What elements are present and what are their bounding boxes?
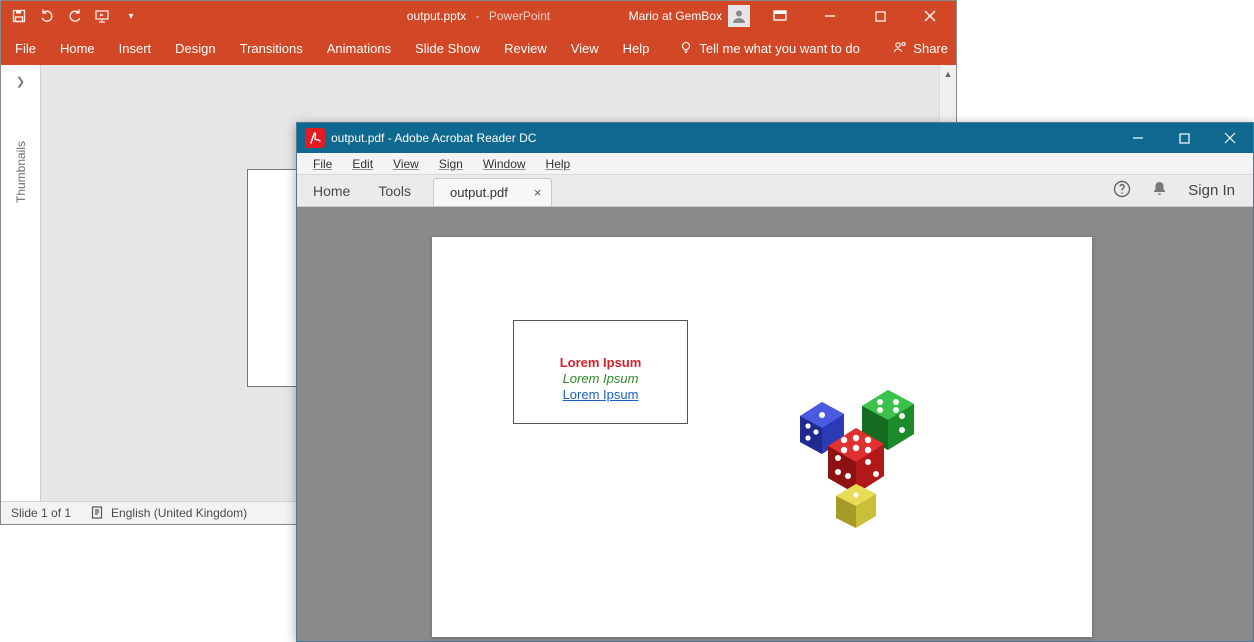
tab-review[interactable]: Review <box>504 41 547 56</box>
chevron-right-icon[interactable]: ❯ <box>16 75 25 88</box>
tab-help[interactable]: Help <box>623 41 650 56</box>
tell-me-label: Tell me what you want to do <box>699 41 859 56</box>
status-language[interactable]: English (United Kingdom) <box>91 505 247 522</box>
pdf-textbox: Lorem Ipsum Lorem Ipsum Lorem Ipsum <box>513 320 688 424</box>
minimize-button[interactable] <box>810 1 850 31</box>
start-from-beginning-icon[interactable] <box>95 8 111 24</box>
acrobat-window: output.pdf - Adobe Acrobat Reader DC Fil… <box>296 122 1254 642</box>
maximize-button[interactable] <box>1161 123 1207 153</box>
undo-icon[interactable] <box>39 8 55 24</box>
avatar-icon <box>728 5 750 27</box>
dice-image <box>780 372 940 532</box>
tab-home[interactable]: Home <box>60 41 95 56</box>
menu-edit[interactable]: Edit <box>344 155 381 173</box>
thumbnails-label: Thumbnails <box>14 141 28 203</box>
close-tab-icon[interactable]: × <box>534 185 542 200</box>
bell-icon[interactable] <box>1151 180 1168 201</box>
tab-slideshow[interactable]: Slide Show <box>415 41 480 56</box>
quick-access-toolbar: ▾ <box>1 8 139 24</box>
sign-in-button[interactable]: Sign In <box>1188 182 1235 199</box>
user-name: Mario at GemBox <box>629 9 722 23</box>
close-button[interactable] <box>1207 123 1253 153</box>
status-slide-count: Slide 1 of 1 <box>11 506 71 520</box>
qat-overflow-icon[interactable]: ▾ <box>123 8 139 24</box>
account-user[interactable]: Mario at GemBox <box>629 5 750 27</box>
acrobat-menubar: File Edit View Sign Window Help <box>297 153 1253 175</box>
share-button[interactable]: Share <box>893 40 948 57</box>
minimize-button[interactable] <box>1115 123 1161 153</box>
acrobat-titlebar: output.pdf - Adobe Acrobat Reader DC <box>297 123 1253 153</box>
tab-home[interactable]: Home <box>313 183 350 199</box>
scroll-up-icon[interactable]: ▲ <box>940 65 957 82</box>
tab-design[interactable]: Design <box>175 41 215 56</box>
pdf-text-line3: Lorem Ipsum <box>514 387 687 403</box>
pdf-page: Lorem Ipsum Lorem Ipsum Lorem Ipsum <box>432 237 1092 637</box>
menu-file[interactable]: File <box>305 155 340 173</box>
status-language-label: English (United Kingdom) <box>111 506 247 520</box>
share-icon <box>893 40 907 57</box>
tab-insert[interactable]: Insert <box>119 41 152 56</box>
share-label: Share <box>913 41 948 56</box>
pdf-text-line1: Lorem Ipsum <box>514 355 687 371</box>
menu-view[interactable]: View <box>385 155 427 173</box>
tab-tools[interactable]: Tools <box>378 183 411 199</box>
menu-help[interactable]: Help <box>538 155 579 173</box>
tab-transitions[interactable]: Transitions <box>240 41 303 56</box>
powerpoint-titlebar: ▾ output.pptx - PowerPoint Mario at GemB… <box>1 1 956 31</box>
title-filename: output.pptx <box>407 9 466 23</box>
ribbon-tabs: File Home Insert Design Transitions Anim… <box>1 31 956 65</box>
document-tab[interactable]: output.pdf × <box>433 178 552 206</box>
lightbulb-icon <box>679 40 693 57</box>
title-appname: PowerPoint <box>489 9 550 23</box>
document-tab-label: output.pdf <box>450 185 508 200</box>
acrobat-title: output.pdf - Adobe Acrobat Reader DC <box>331 131 536 145</box>
pdf-text-line2: Lorem Ipsum <box>514 371 687 387</box>
acrobat-app-icon <box>305 128 325 148</box>
tab-file[interactable]: File <box>15 41 36 56</box>
pdf-viewer[interactable]: Lorem Ipsum Lorem Ipsum Lorem Ipsum <box>297 207 1253 641</box>
maximize-button[interactable] <box>860 1 900 31</box>
menu-sign[interactable]: Sign <box>431 155 471 173</box>
redo-icon[interactable] <box>67 8 83 24</box>
tab-animations[interactable]: Animations <box>327 41 391 56</box>
acrobat-tabbar: Home Tools output.pdf × Sign In <box>297 175 1253 207</box>
help-icon[interactable] <box>1113 180 1131 202</box>
save-icon[interactable] <box>11 8 27 24</box>
menu-window[interactable]: Window <box>475 155 534 173</box>
ribbon-display-options-icon[interactable] <box>760 1 800 31</box>
thumbnails-panel-collapsed[interactable]: ❯ Thumbnails <box>1 65 41 501</box>
tab-view[interactable]: View <box>571 41 599 56</box>
close-button[interactable] <box>910 1 950 31</box>
tell-me[interactable]: Tell me what you want to do <box>679 40 859 57</box>
spellcheck-icon <box>91 505 105 522</box>
window-title: output.pptx - PowerPoint <box>407 9 550 23</box>
